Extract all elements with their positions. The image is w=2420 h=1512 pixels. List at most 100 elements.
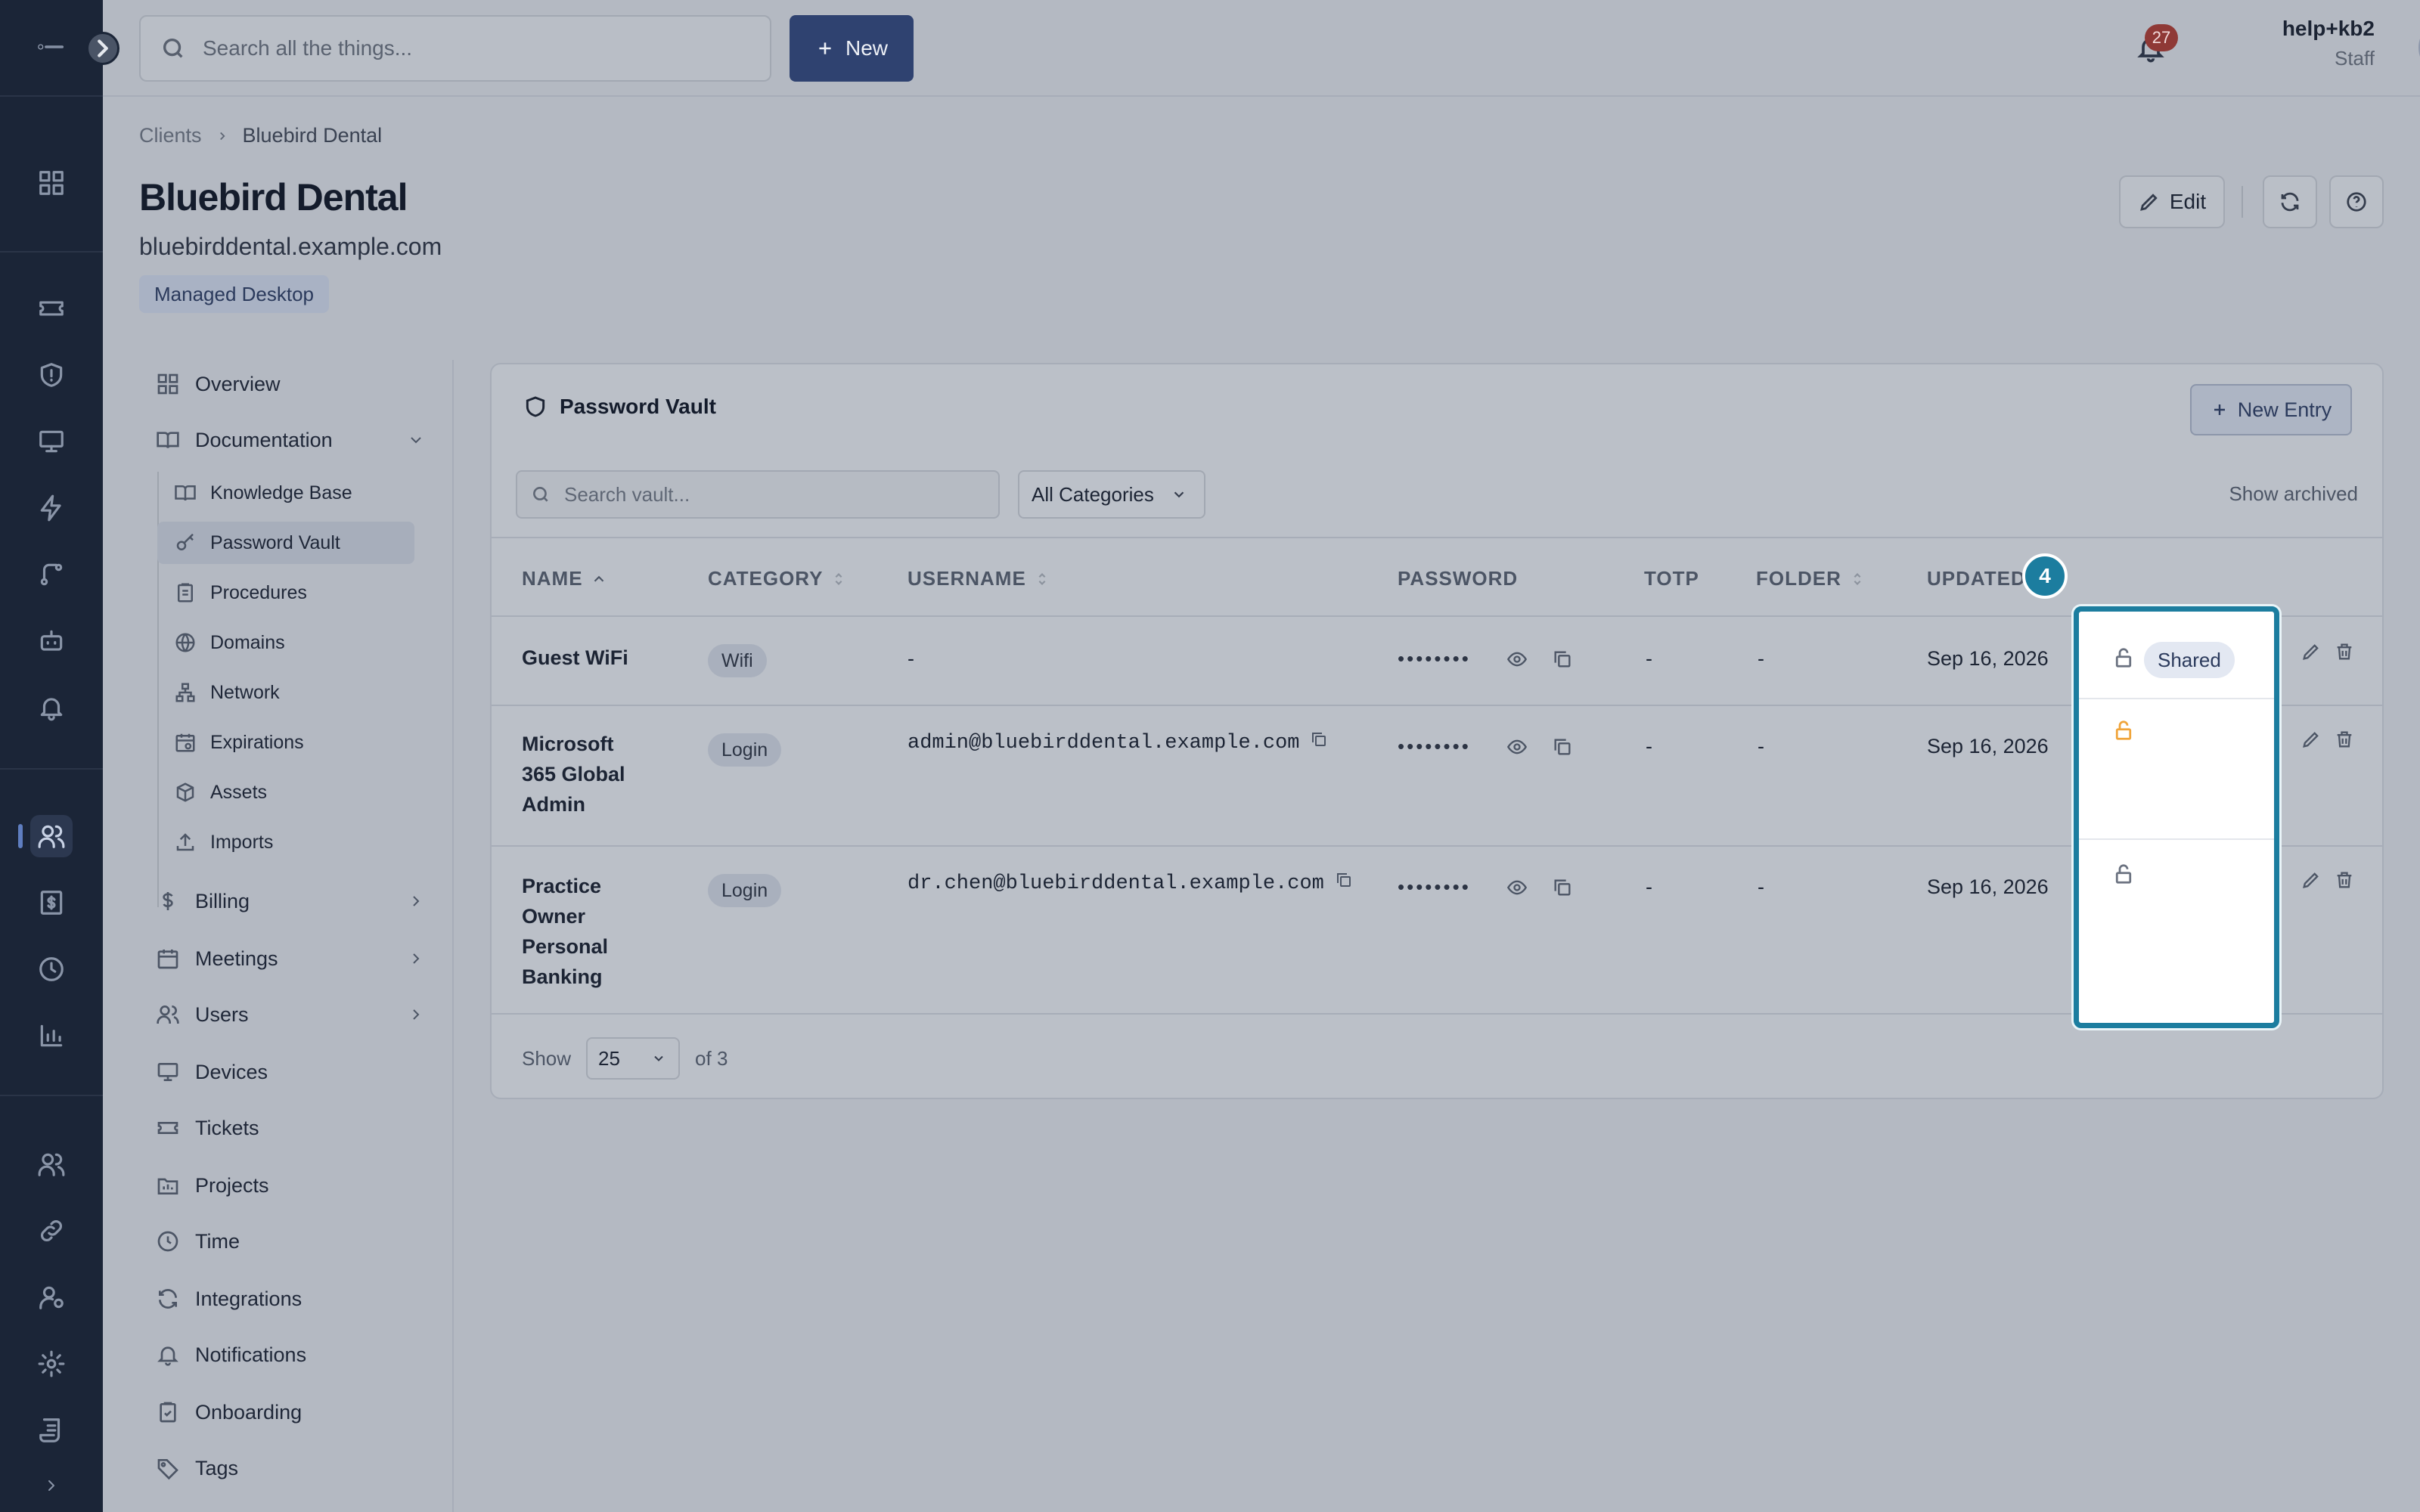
copy-username-icon[interactable]: [1310, 730, 1328, 755]
column-category-header[interactable]: CATEGORY: [708, 567, 847, 590]
trash-icon[interactable]: [2334, 729, 2355, 750]
subnav-network[interactable]: Network: [157, 671, 414, 714]
breadcrumb-clients-link[interactable]: Clients: [139, 124, 202, 147]
rail-collapse-button[interactable]: [0, 1459, 103, 1512]
rail-link-icon[interactable]: [30, 1210, 73, 1252]
rail-monitor-icon[interactable]: [30, 420, 73, 463]
chevron-right-icon: [413, 896, 420, 906]
column-updated-header[interactable]: UPDATED: [1927, 567, 2026, 590]
edit-button[interactable]: Edit: [2119, 175, 2225, 228]
page-size-select[interactable]: 25: [586, 1037, 681, 1080]
help-button[interactable]: [2329, 175, 2384, 228]
nav-item-notifications[interactable]: Notifications: [139, 1331, 434, 1379]
rail-chart-icon[interactable]: [30, 1015, 73, 1057]
show-password-icon[interactable]: [1506, 736, 1528, 763]
rail-bell-icon[interactable]: [30, 686, 73, 729]
rail-billing-icon[interactable]: [30, 881, 73, 924]
new-entry-label: New Entry: [2237, 398, 2332, 421]
entry-totp: -: [1646, 735, 1652, 758]
entry-name[interactable]: Microsoft 365 Global Admin: [522, 729, 643, 820]
new-entry-button[interactable]: New Entry: [2190, 384, 2352, 435]
entry-name[interactable]: Guest WiFi: [522, 643, 703, 673]
box-icon: [176, 782, 194, 802]
rail-clock-icon[interactable]: [30, 948, 73, 990]
entry-username: -: [908, 647, 914, 670]
vault-search-input[interactable]: Search vault...: [516, 470, 1000, 519]
copy-password-icon[interactable]: [1552, 736, 1573, 763]
rail-clients-icon[interactable]: [18, 815, 73, 857]
nav-item-tags[interactable]: Tags: [139, 1444, 434, 1492]
sort-icon: [1038, 572, 1046, 585]
rail-team-icon[interactable]: [30, 1143, 73, 1185]
rail-shield-icon[interactable]: [30, 354, 73, 396]
nav-item-tickets[interactable]: Tickets: [139, 1104, 434, 1152]
show-password-icon[interactable]: [1506, 877, 1528, 903]
rail-dashboard-icon[interactable]: [30, 162, 73, 204]
nav-item-billing[interactable]: Billing: [139, 877, 434, 925]
nav-item-documentation[interactable]: Documentation: [139, 416, 434, 464]
column-name-header[interactable]: NAME: [522, 567, 607, 590]
rail-tickets-icon[interactable]: [30, 287, 73, 330]
rail-gear-icon[interactable]: [30, 1343, 73, 1385]
subnav-password-vault[interactable]: Password Vault: [157, 522, 414, 564]
trash-icon[interactable]: [2334, 869, 2355, 891]
pencil-icon[interactable]: [2301, 729, 2322, 750]
copy-password-icon[interactable]: [1552, 649, 1573, 675]
subnav-procedures[interactable]: Procedures: [157, 572, 414, 614]
user-name: help+kb2: [2282, 17, 2375, 40]
subnav-expirations[interactable]: Expirations: [157, 721, 414, 764]
category-pill: Login: [708, 733, 782, 767]
show-password-icon[interactable]: [1506, 649, 1528, 675]
lock-open-icon[interactable]: [2112, 719, 2135, 742]
copy-password-icon[interactable]: [1552, 877, 1573, 903]
column-folder-header[interactable]: FOLDER: [1756, 567, 1866, 590]
entry-username: dr.chen@bluebirddental.example.com: [908, 871, 1353, 896]
new-button[interactable]: New: [790, 15, 914, 82]
trash-icon[interactable]: [2334, 641, 2355, 662]
rail-bolt-icon[interactable]: [30, 487, 73, 529]
category-filter-value: All Categories: [1032, 482, 1154, 506]
column-username-header[interactable]: USERNAME: [908, 567, 1050, 590]
nav-item-meetings[interactable]: Meetings: [139, 934, 434, 983]
tour-highlight-sharing-column[interactable]: Shared: [2074, 606, 2279, 1028]
subnav-assets[interactable]: Assets: [157, 771, 414, 813]
sharing-cell[interactable]: [2079, 840, 2274, 1008]
global-search-input[interactable]: Search all the things...: [139, 15, 771, 82]
subnav-domains[interactable]: Domains: [157, 621, 414, 664]
sharing-cell[interactable]: [2079, 699, 2274, 840]
row-actions: [2301, 869, 2355, 891]
pencil-icon[interactable]: [2301, 869, 2322, 891]
rail-logs-icon[interactable]: [30, 1409, 73, 1452]
column-label: CATEGORY: [708, 567, 824, 590]
nav-item-projects[interactable]: Projects: [139, 1161, 434, 1210]
entry-name[interactable]: Practice Owner Personal Banking: [522, 871, 643, 992]
column-label: UPDATED: [1927, 567, 2026, 590]
nav-item-time[interactable]: Time: [139, 1217, 434, 1266]
page-size-value: 25: [598, 1046, 620, 1070]
copy-username-icon[interactable]: [1335, 871, 1353, 896]
expand-sidebar-button[interactable]: [86, 32, 119, 65]
sharing-cell[interactable]: Shared: [2079, 612, 2274, 699]
chevron-down-icon: [411, 437, 421, 444]
subnav-label: Assets: [210, 781, 268, 803]
refresh-button[interactable]: [2263, 175, 2317, 228]
nav-item-devices[interactable]: Devices: [139, 1048, 434, 1096]
rail-bot-icon[interactable]: [30, 620, 73, 662]
lock-open-icon[interactable]: [2112, 646, 2135, 669]
network-icon: [175, 683, 195, 702]
nav-item-users[interactable]: Users: [139, 990, 434, 1039]
nav-item-label: Documentation: [195, 428, 333, 451]
user-info[interactable]: help+kb2 Staff: [2281, 17, 2375, 70]
nav-item-onboarding[interactable]: Onboarding: [139, 1388, 434, 1436]
rail-user-settings-icon[interactable]: [30, 1276, 73, 1318]
category-filter-select[interactable]: All Categories: [1018, 470, 1205, 519]
nav-item-overview[interactable]: Overview: [139, 360, 434, 408]
show-archived-toggle[interactable]: Show archived: [2229, 482, 2358, 506]
rail-branch-icon[interactable]: [30, 553, 73, 596]
lock-open-icon[interactable]: [2112, 863, 2135, 885]
subnav-imports[interactable]: Imports: [157, 821, 414, 863]
app-logo[interactable]: [27, 36, 76, 57]
nav-item-integrations[interactable]: Integrations: [139, 1275, 434, 1323]
pencil-icon[interactable]: [2301, 641, 2322, 662]
subnav-knowledge-base[interactable]: Knowledge Base: [157, 472, 414, 514]
